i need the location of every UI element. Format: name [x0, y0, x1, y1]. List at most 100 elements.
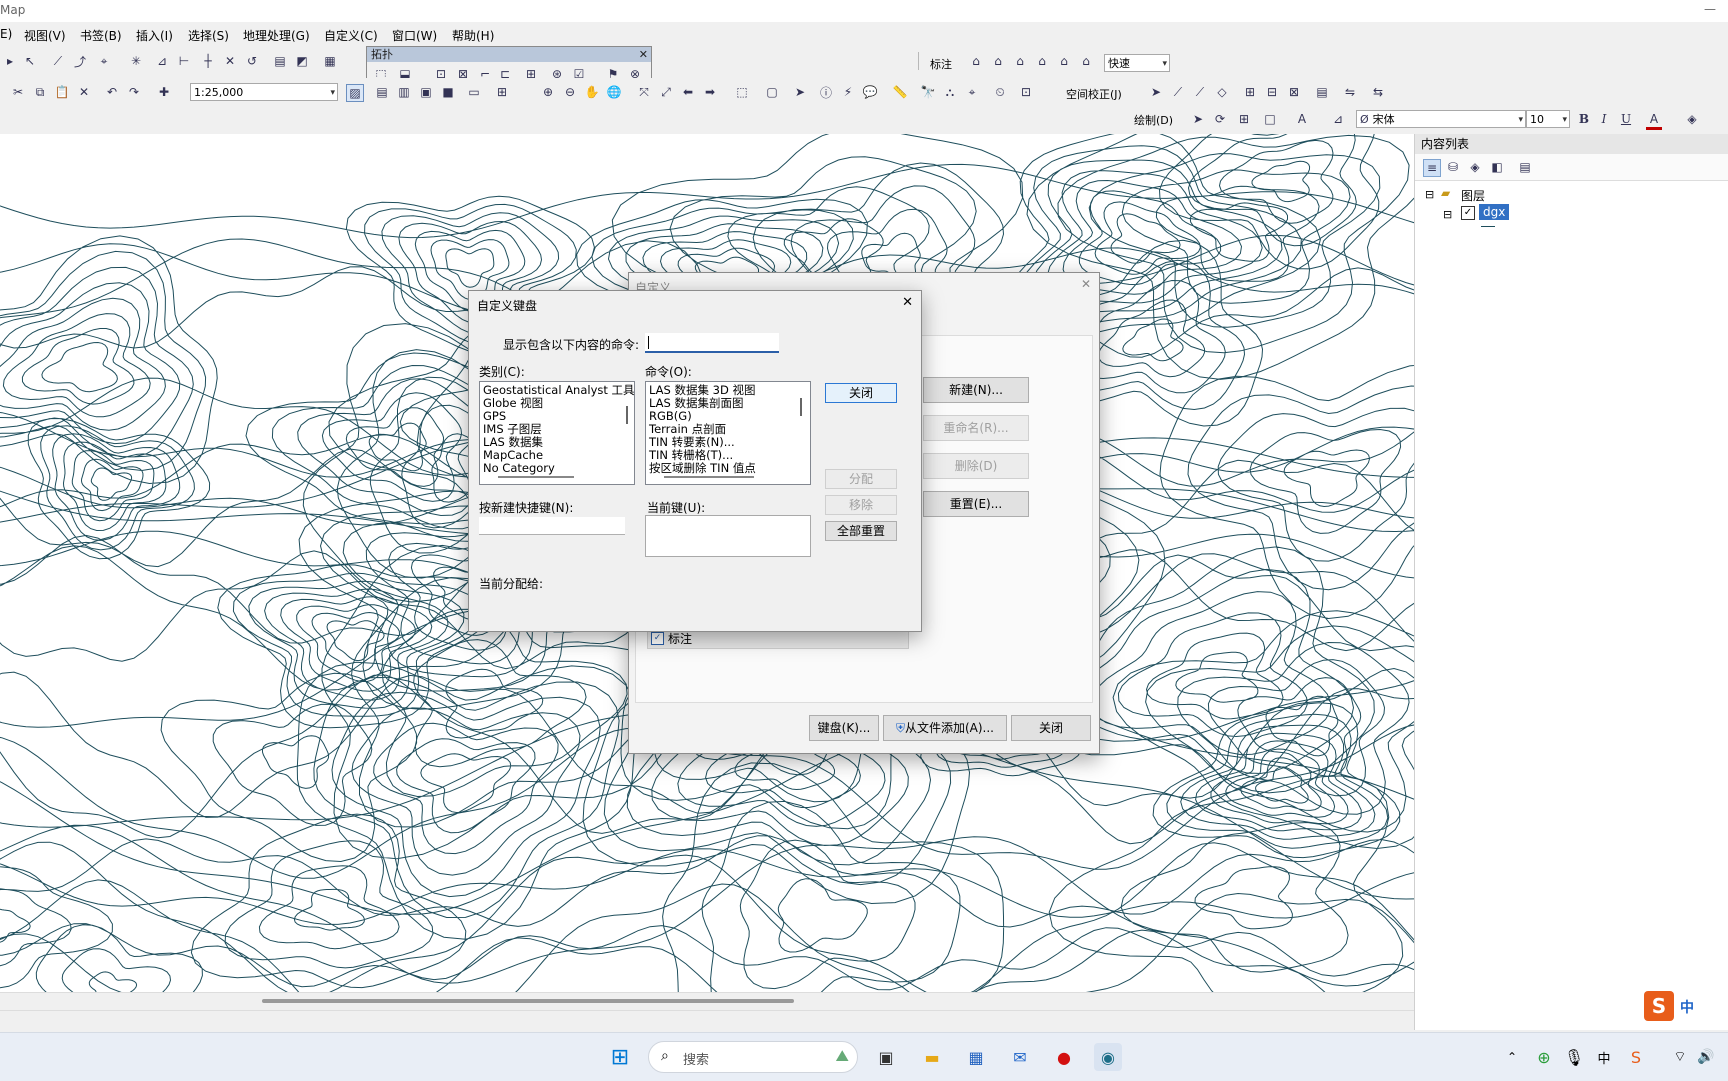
mail-icon[interactable]: ✉ — [1006, 1043, 1034, 1071]
record-icon[interactable]: ● — [1050, 1043, 1078, 1071]
sogou-ime-icon[interactable]: S — [1644, 991, 1674, 1021]
create-features-icon[interactable]: ▦ — [322, 53, 338, 69]
delete-toolbar-button[interactable]: 删除(D) — [923, 453, 1029, 479]
copy-icon[interactable]: ⧉ — [32, 84, 48, 100]
fixed-zoom-out-icon[interactable]: ⤢ — [658, 84, 674, 100]
menu-customize[interactable]: 自定义(C) — [324, 27, 378, 44]
menu-insert[interactable]: 插入(I) — [136, 27, 173, 44]
hyperlink-icon[interactable]: ⚡ — [840, 84, 856, 100]
horizontal-scrollbar[interactable] — [498, 476, 574, 478]
menu-bookmarks[interactable]: 书签(B) — [80, 27, 122, 44]
sketch-tool-icon[interactable]: ⌖ — [96, 53, 112, 69]
ime-language[interactable]: 中 — [1680, 997, 1694, 1017]
redo-icon[interactable]: ↷ — [126, 84, 142, 100]
new-toolbar-button[interactable]: 新建(N)... — [923, 377, 1029, 403]
new-displacement-link-icon[interactable]: ⟋ — [1170, 84, 1186, 100]
identify-icon[interactable]: ⓘ — [818, 84, 834, 100]
cut-icon[interactable]: ✂ — [10, 84, 26, 100]
ime-indicator-icon[interactable]: 中 — [1590, 1043, 1618, 1071]
edit-vertices-icon[interactable]: ↖ — [22, 53, 38, 69]
task-view-icon[interactable]: ▣ — [872, 1043, 900, 1071]
close-icon[interactable]: ✕ — [1081, 277, 1091, 291]
text-icon[interactable]: A — [1294, 111, 1310, 127]
pan-icon[interactable]: ✋ — [584, 84, 600, 100]
chevron-up-icon[interactable]: ⌃ — [1498, 1043, 1526, 1071]
font-color-icon[interactable]: A — [1646, 111, 1662, 130]
curve-tool-icon[interactable]: ⤴ — [72, 53, 88, 69]
modelbuilder-icon[interactable]: ⊞ — [494, 84, 510, 100]
customize-close-button[interactable]: 关闭 — [1011, 715, 1091, 741]
undo-edit-icon[interactable]: ↺ — [244, 53, 260, 69]
list-item[interactable]: No Category — [480, 462, 634, 475]
keyboard-button[interactable]: 键盘(K)... — [809, 715, 879, 741]
list-by-source-icon[interactable]: ⛁ — [1445, 159, 1461, 175]
attribute-transfer-icon[interactable]: ⇋ — [1342, 84, 1358, 100]
wifi-icon[interactable]: ⌔ — [1666, 1043, 1694, 1071]
arctoolbox-icon[interactable]: ■ — [440, 84, 456, 100]
start-icon[interactable]: ⊞ — [606, 1043, 634, 1071]
close-button[interactable]: 关闭 — [825, 383, 897, 403]
clear-links-icon[interactable]: ⊠ — [1286, 84, 1302, 100]
view-link-table-icon[interactable]: ▤ — [1314, 84, 1330, 100]
line-tool-icon[interactable]: ⟋ — [50, 53, 66, 69]
new-shortcut-input[interactable] — [479, 517, 625, 535]
command-filter-input[interactable] — [645, 333, 779, 353]
scrollbar-thumb[interactable] — [262, 999, 794, 1003]
list-by-drawing-order-icon[interactable]: ≡ — [1423, 159, 1441, 177]
underline-button[interactable]: U — [1618, 111, 1634, 127]
adjust-icon[interactable]: ⇆ — [1370, 84, 1386, 100]
arcmap-icon[interactable]: ◉ — [1094, 1043, 1122, 1071]
paste-icon[interactable]: 📋 — [54, 84, 70, 100]
search-box[interactable]: ⌕ 搜索 ⛰ — [648, 1041, 858, 1073]
toc-options-icon[interactable]: ▤ — [1517, 159, 1533, 175]
reshape-icon[interactable]: ⊿ — [154, 53, 170, 69]
search-window-icon[interactable]: ▣ — [418, 84, 434, 100]
close-icon[interactable]: ✕ — [902, 295, 913, 310]
forward-extent-icon[interactable]: ➡ — [702, 84, 718, 100]
goto-xy-icon[interactable]: ⌖ — [964, 84, 980, 100]
lock-labels-icon[interactable]: ⌂ — [990, 53, 1006, 69]
edit-tool-icon[interactable]: ➤ — [1148, 84, 1164, 100]
tray-app-icon[interactable]: ⊕ — [1530, 1043, 1558, 1071]
snap-icon[interactable]: ✳ — [128, 53, 144, 69]
toc-window-icon[interactable]: ▤ — [374, 84, 390, 100]
volume-icon[interactable]: 🔊 — [1692, 1043, 1720, 1071]
create-viewer-icon[interactable]: ⊡ — [1018, 84, 1034, 100]
minimize-button[interactable]: — — [1704, 2, 1716, 16]
collapse-icon[interactable]: ⊟ — [1443, 208, 1452, 221]
vertical-scrollbar[interactable] — [800, 398, 802, 416]
editor-toolbar-icon[interactable]: ▨ — [346, 84, 364, 102]
bold-button[interactable]: B — [1576, 111, 1592, 127]
find-icon[interactable]: 🔭 — [920, 84, 936, 100]
menu-view[interactable]: 视图(V) — [24, 27, 66, 44]
layer-name[interactable]: dgx — [1479, 204, 1510, 220]
pause-labeling-icon[interactable]: ⌂ — [1012, 53, 1028, 69]
label-priority-icon[interactable]: ⌂ — [1056, 53, 1072, 69]
reset-toolbar-button[interactable]: 重置(E)... — [923, 491, 1029, 517]
list-by-visibility-icon[interactable]: ◈ — [1467, 159, 1483, 175]
modify-link-icon[interactable]: ⟋ — [1192, 84, 1208, 100]
font-size-select[interactable]: 10 ▾ — [1526, 110, 1570, 128]
back-extent-icon[interactable]: ⬅ — [680, 84, 696, 100]
add-data-icon[interactable]: ✚ — [156, 84, 172, 100]
full-extent-icon[interactable]: 🌐 — [606, 84, 622, 100]
measure-icon[interactable]: 📏 — [892, 84, 908, 100]
zoom-out-icon[interactable]: ⊖ — [562, 84, 578, 100]
list-by-selection-icon[interactable]: ◧ — [1489, 159, 1505, 175]
toolbar-item-checkbox[interactable]: ✓ — [651, 632, 664, 645]
select-features-icon[interactable]: ⬚ — [734, 84, 750, 100]
select-arrow-icon[interactable]: ▸ — [2, 53, 18, 69]
assign-button[interactable]: 分配 — [825, 469, 897, 489]
fixed-zoom-in-icon[interactable]: ⤧ — [636, 84, 652, 100]
limited-adjust-icon[interactable]: ⊟ — [1264, 84, 1280, 100]
clear-selection-icon[interactable]: ▢ — [764, 84, 780, 100]
sogou-tray-icon[interactable]: S — [1622, 1043, 1650, 1071]
spatial-adjustment-menu[interactable]: 空间校正(J) — [1066, 86, 1122, 102]
commands-list[interactable]: LAS 数据集 3D 视图 LAS 数据集剖面图 RGB(G) Terrain … — [645, 381, 811, 485]
delete-icon[interactable]: ✕ — [76, 84, 92, 100]
layer-visibility-checkbox[interactable]: ✓ — [1461, 206, 1475, 220]
rotate-icon[interactable]: ✕ — [222, 53, 238, 69]
remove-button[interactable]: 移除 — [825, 495, 897, 515]
annotation-label[interactable]: 标注 — [930, 56, 952, 72]
select-elements-icon[interactable]: ➤ — [1190, 111, 1206, 127]
